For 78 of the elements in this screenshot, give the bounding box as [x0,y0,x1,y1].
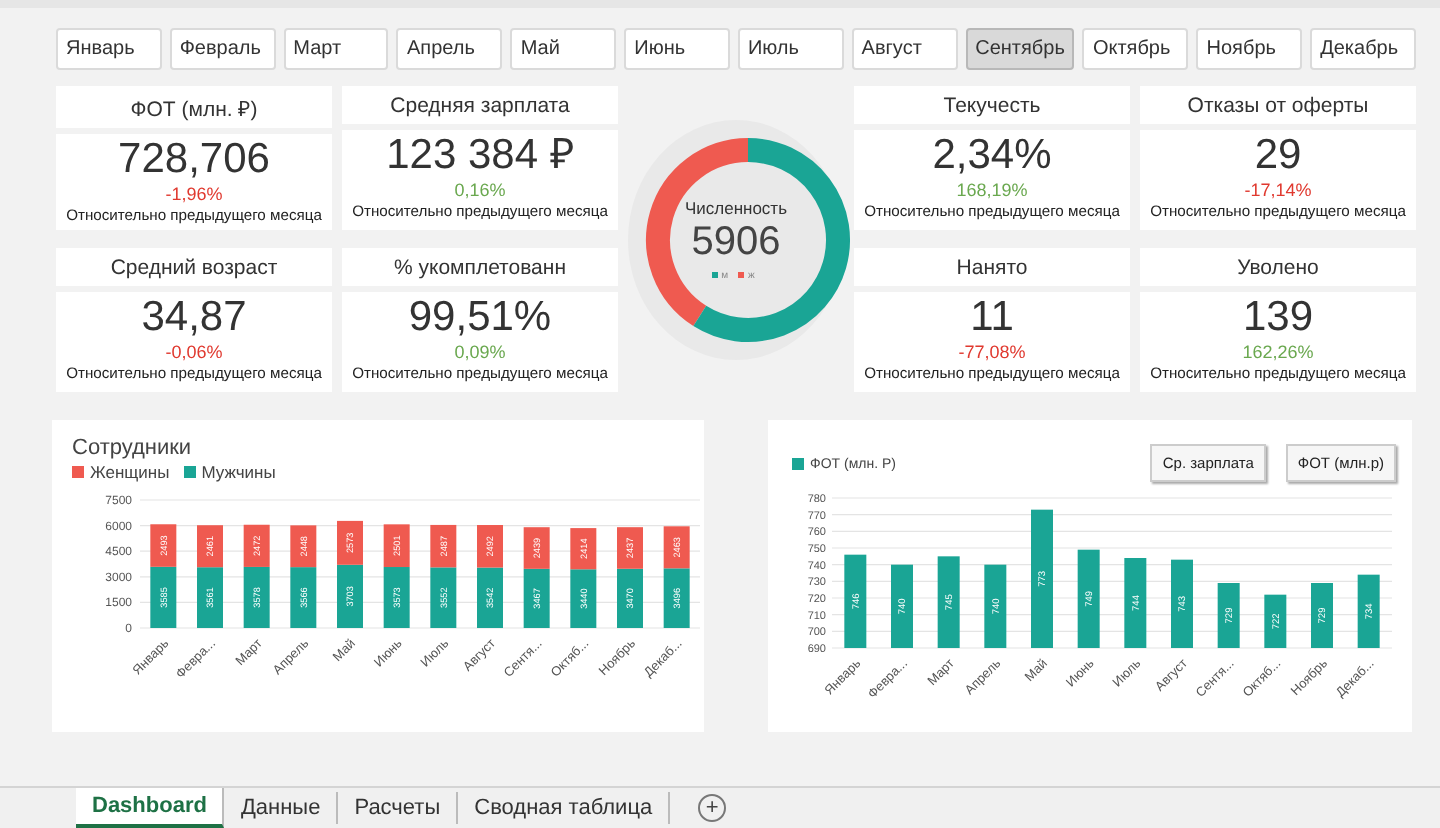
month-button[interactable]: Октябрь [1082,28,1189,70]
month-button[interactable]: Ноябрь [1196,28,1303,70]
bar [1124,558,1147,648]
bar [290,567,317,628]
kpi-title: ФОТ (млн. ₽) [56,86,332,134]
bar [430,524,457,568]
sheet-tab[interactable]: Расчеты [338,792,459,824]
bar [197,525,223,568]
month-button[interactable]: Сентябрь [965,28,1075,70]
month-button[interactable]: Январь [56,28,162,70]
kpi-value: 99,51% [408,294,552,342]
month-button[interactable]: Август [851,28,958,70]
bar [663,526,690,569]
bar [1077,549,1100,648]
kpi-value: 123 384 ₽ [386,132,574,180]
headcount-value: 5906 [691,217,781,265]
bar [477,525,503,568]
bar [290,525,317,568]
sheet-tab[interactable]: Сводная таблица [458,792,671,824]
bar [1264,594,1287,648]
kpi-value: 139 [1242,294,1314,342]
bar [523,568,550,628]
month-button[interactable]: Апрель [396,28,503,70]
bar [197,567,223,628]
kpi-change: -1,96% [165,184,223,206]
kpi-value: 11 [970,294,1014,342]
month-button[interactable]: Июнь [624,28,730,70]
chart-title: Сотрудники [72,436,192,460]
bar [477,567,503,628]
bar [570,528,597,570]
bar [1031,509,1053,648]
bar [891,564,913,648]
bar [1171,559,1193,648]
bar [1217,583,1240,648]
bar [337,520,363,565]
legend-label: Женщины [90,462,170,482]
sheet-tab[interactable]: Данные [224,792,339,824]
bar [383,524,410,567]
month-button[interactable]: Март [283,28,389,70]
month-button[interactable]: Декабрь [1310,28,1416,70]
bar [1311,583,1333,648]
bar [430,567,457,628]
kpi-value: 29 [1254,132,1302,180]
kpi-title: % укомплетованн [342,248,618,292]
bar [663,568,690,628]
kpi-title: Текучесть [854,86,1130,130]
month-button[interactable]: Май [510,28,617,70]
kpi-value: 728,706 [118,136,270,184]
kpi-title: Средний возраст [56,248,332,292]
bar [1357,574,1380,648]
bar [617,568,643,628]
kpi-change: 162,26% [1242,342,1314,364]
bar [617,527,643,569]
bar [844,554,867,648]
sheet-tab[interactable]: Dashboard [76,788,225,828]
kpi-change: -0,06% [165,342,223,364]
kpi-title: Средняя зарплата [342,86,618,130]
kpi-change: 0,09% [454,342,506,364]
bar [383,567,410,628]
kpi-title: Уволено [1140,248,1416,292]
kpi-change: -17,14% [1244,180,1312,202]
legend-label: Мужчины [201,462,276,482]
kpi-change: -77,08% [958,342,1026,364]
add-sheet-button[interactable]: + [698,794,727,822]
kpi-value: 34,87 [141,294,247,342]
kpi-title: Нанято [854,248,1130,292]
kpi-title: Отказы от оферты [1140,86,1416,130]
kpi-change: 0,16% [454,180,506,202]
bar [984,564,1007,648]
kpi-value: 2,34% [932,132,1052,180]
kpi-change: 168,19% [956,180,1028,202]
headcount-label: Численность [684,197,788,217]
month-button[interactable]: Июль [737,28,844,70]
bar [523,527,550,569]
bar [570,569,597,628]
bar [937,556,960,648]
bar [337,564,363,628]
month-button[interactable]: Февраль [169,28,276,70]
